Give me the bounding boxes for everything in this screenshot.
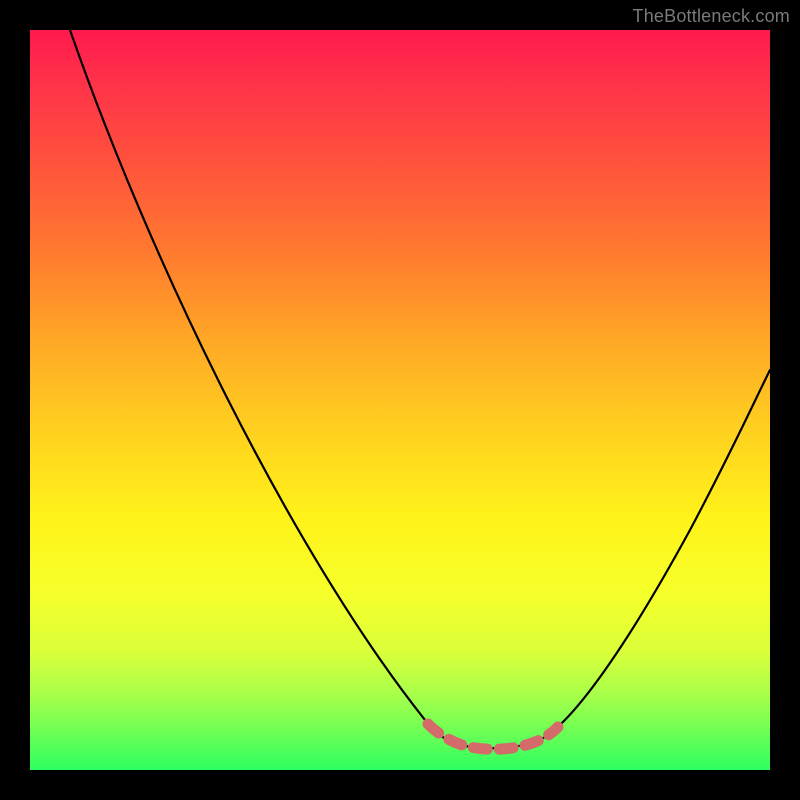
bottleneck-curve-right bbox=[455, 370, 770, 748]
watermark-text: TheBottleneck.com bbox=[633, 6, 790, 27]
curve-layer bbox=[30, 30, 770, 770]
trough-highlight bbox=[428, 724, 558, 749]
chart-frame: TheBottleneck.com bbox=[0, 0, 800, 800]
bottleneck-curve-left bbox=[70, 30, 455, 744]
plot-area bbox=[30, 30, 770, 770]
